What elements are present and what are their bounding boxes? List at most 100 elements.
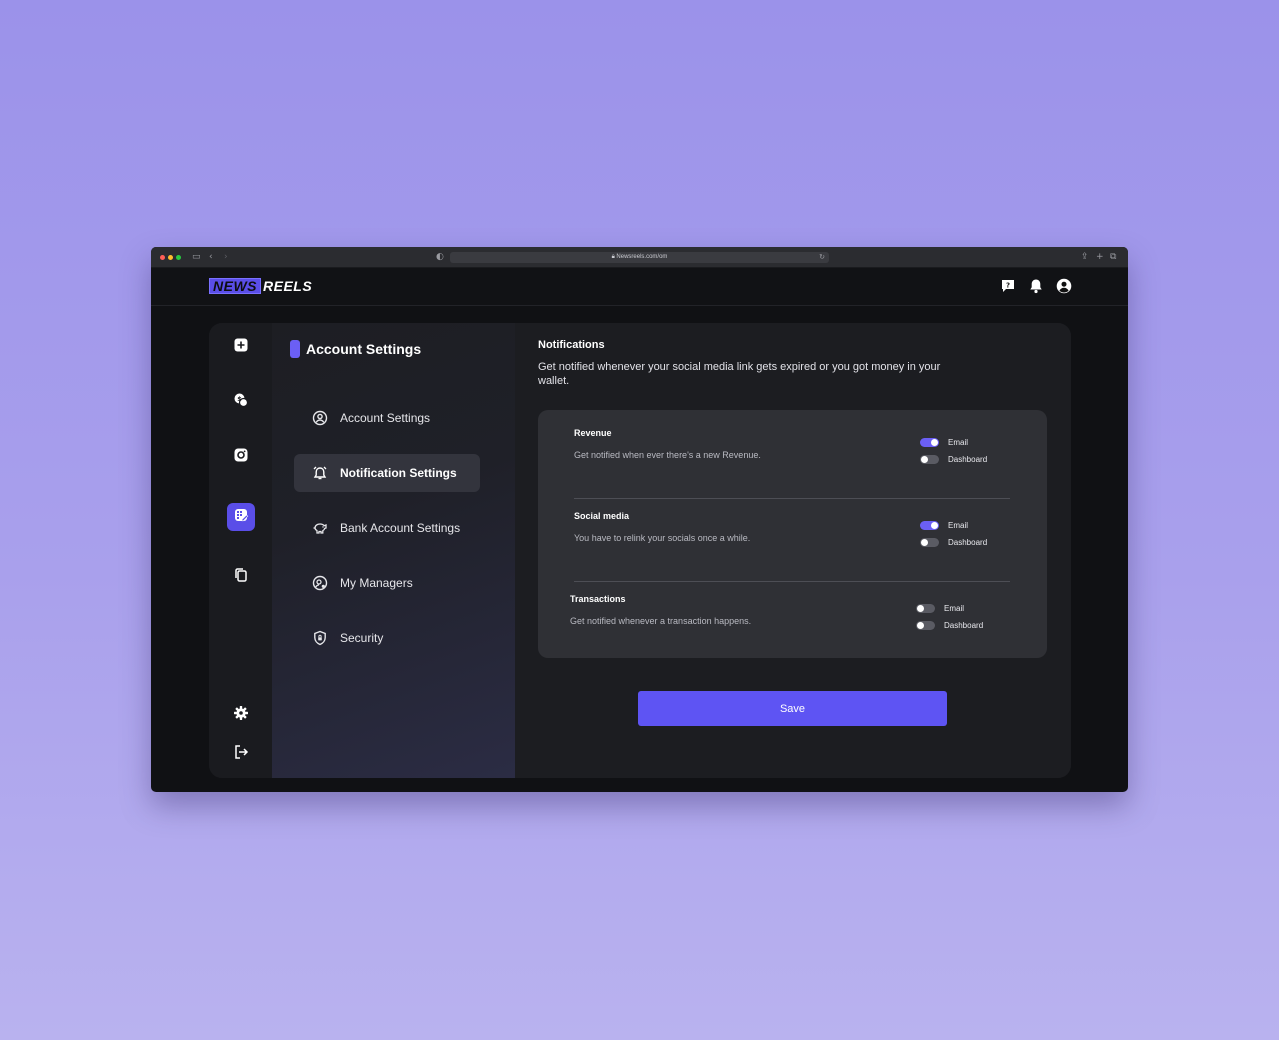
grid-edit-icon (233, 507, 249, 527)
toggle-list: Email Dashboard (920, 434, 987, 468)
revenue-dashboard-toggle[interactable] (920, 455, 939, 464)
section-title: Notifications (538, 339, 605, 351)
tabs-overview-icon[interactable]: ⧉ (1110, 252, 1116, 262)
toggle-list: Email Dashboard (916, 600, 983, 634)
settings-navigation: Account Settings Account Settings Notifi… (272, 323, 515, 778)
toggle-knob (921, 539, 928, 546)
browser-chrome: ▭ ‹ › ◐ 🔒︎ Newsreels.com/om ↻ ⇪ + ⧉ (151, 247, 1128, 268)
sidebar-toggle-icon[interactable]: ▭ (192, 252, 201, 262)
copy-icon (233, 567, 249, 587)
toggle-list: Email Dashboard (920, 517, 987, 551)
group-description: Get notified whenever a transaction happ… (570, 616, 752, 626)
section-description: Get notified whenever your social media … (538, 361, 941, 387)
settings-panel: $ Account Settings Account Settings Noti… (209, 323, 1071, 778)
toggle-label: Dashboard (948, 455, 988, 464)
notification-group-social-media: Social media You have to relink your soc… (574, 511, 1010, 593)
toggle-row: Email (920, 434, 987, 451)
notification-options-card: Revenue Get notified when ever there's a… (538, 410, 1047, 658)
group-description: Get notified when ever there's a new Rev… (574, 450, 761, 460)
bell-icon[interactable] (1028, 278, 1044, 294)
toggle-knob (917, 622, 924, 629)
title-accent-bar (290, 340, 300, 358)
social-dashboard-toggle[interactable] (920, 538, 939, 547)
group-title: Social media (574, 511, 630, 521)
group-title: Revenue (574, 428, 612, 438)
group-divider (574, 498, 1010, 499)
nav-item-account-settings[interactable]: Account Settings (294, 399, 480, 437)
window-controls (160, 255, 181, 260)
group-description: You have to relink your socials once a w… (574, 533, 751, 543)
rail-settings-grid[interactable] (227, 503, 255, 531)
transactions-dashboard-toggle[interactable] (916, 621, 935, 630)
rail-copy[interactable] (227, 563, 255, 591)
top-navigation: NEWS REELS ? (151, 268, 1128, 306)
toggle-row: Email (920, 517, 987, 534)
managers-icon (312, 575, 328, 591)
toggle-knob (931, 522, 938, 529)
address-bar[interactable]: 🔒︎ Newsreels.com/om ↻ (450, 252, 829, 263)
header-actions: ? (1000, 278, 1072, 294)
url-text: Newsreels.com/om (616, 254, 668, 260)
notification-group-revenue: Revenue Get notified when ever there's a… (574, 428, 1010, 510)
svg-text:?: ? (1006, 282, 1010, 290)
rail-gear[interactable] (227, 701, 255, 729)
forward-icon[interactable]: › (224, 252, 228, 262)
browser-window: ▭ ‹ › ◐ 🔒︎ Newsreels.com/om ↻ ⇪ + ⧉ NEWS… (151, 247, 1128, 792)
revenue-email-toggle[interactable] (920, 438, 939, 447)
toggle-row: Dashboard (916, 617, 983, 634)
shield-lock-icon (312, 630, 328, 646)
svg-text:$: $ (237, 395, 242, 403)
group-divider (574, 581, 1010, 582)
settings-nav-header: Account Settings (290, 340, 421, 358)
toggle-label: Email (944, 604, 965, 613)
toggle-label: Dashboard (948, 538, 988, 547)
reload-icon[interactable]: ↻ (819, 252, 825, 263)
rail-dashboard[interactable] (227, 333, 255, 361)
newsreels-logo[interactable]: NEWS REELS (209, 278, 312, 294)
coins-icon: $ (233, 392, 249, 412)
icon-rail: $ (209, 323, 272, 778)
nav-item-label: My Managers (340, 576, 413, 590)
nav-item-label: Notification Settings (340, 466, 457, 480)
settings-nav-title: Account Settings (306, 341, 422, 357)
logo-reels: REELS (263, 278, 313, 294)
toggle-label: Email (948, 521, 969, 530)
gear-icon (233, 705, 249, 725)
rail-logout[interactable] (227, 740, 255, 768)
toggle-label: Email (948, 438, 969, 447)
nav-item-notification-settings[interactable]: Notification Settings (294, 454, 480, 492)
close-window-button[interactable] (160, 255, 165, 260)
toggle-knob (931, 439, 938, 446)
rail-social[interactable] (227, 443, 255, 471)
toggle-row: Dashboard (920, 534, 987, 551)
back-icon[interactable]: ‹ (209, 252, 213, 262)
notification-settings-content: Notifications Get notified whenever your… (515, 323, 1071, 778)
maximize-window-button[interactable] (176, 255, 181, 260)
privacy-shield-icon[interactable]: ◐ (436, 252, 444, 262)
nav-item-my-managers[interactable]: My Managers (294, 564, 480, 602)
toggle-knob (917, 605, 924, 612)
toggle-row: Dashboard (920, 451, 987, 468)
nav-item-bank-account-settings[interactable]: Bank Account Settings (294, 509, 480, 547)
nav-item-label: Security (340, 631, 384, 645)
help-chat-icon[interactable]: ? (1000, 278, 1016, 294)
piggy-bank-icon (312, 520, 328, 536)
toggle-row: Email (916, 600, 983, 617)
notification-group-transactions: Transactions Get notified whenever a tra… (570, 594, 1006, 676)
instagram-icon (233, 447, 249, 467)
logout-icon (233, 744, 249, 764)
alarm-bell-icon (312, 465, 328, 481)
user-avatar-icon[interactable] (1056, 278, 1072, 294)
toggle-label: Dashboard (944, 621, 984, 630)
logo-news: NEWS (209, 278, 261, 294)
minimize-window-button[interactable] (168, 255, 173, 260)
social-email-toggle[interactable] (920, 521, 939, 530)
new-tab-icon[interactable]: + (1096, 252, 1104, 262)
rail-revenue[interactable]: $ (227, 388, 255, 416)
nav-item-label: Bank Account Settings (340, 521, 461, 535)
toggle-knob (921, 456, 928, 463)
transactions-email-toggle[interactable] (916, 604, 935, 613)
nav-item-security[interactable]: Security (294, 619, 480, 657)
save-button[interactable]: Save (638, 691, 947, 726)
share-icon[interactable]: ⇪ (1081, 252, 1089, 262)
